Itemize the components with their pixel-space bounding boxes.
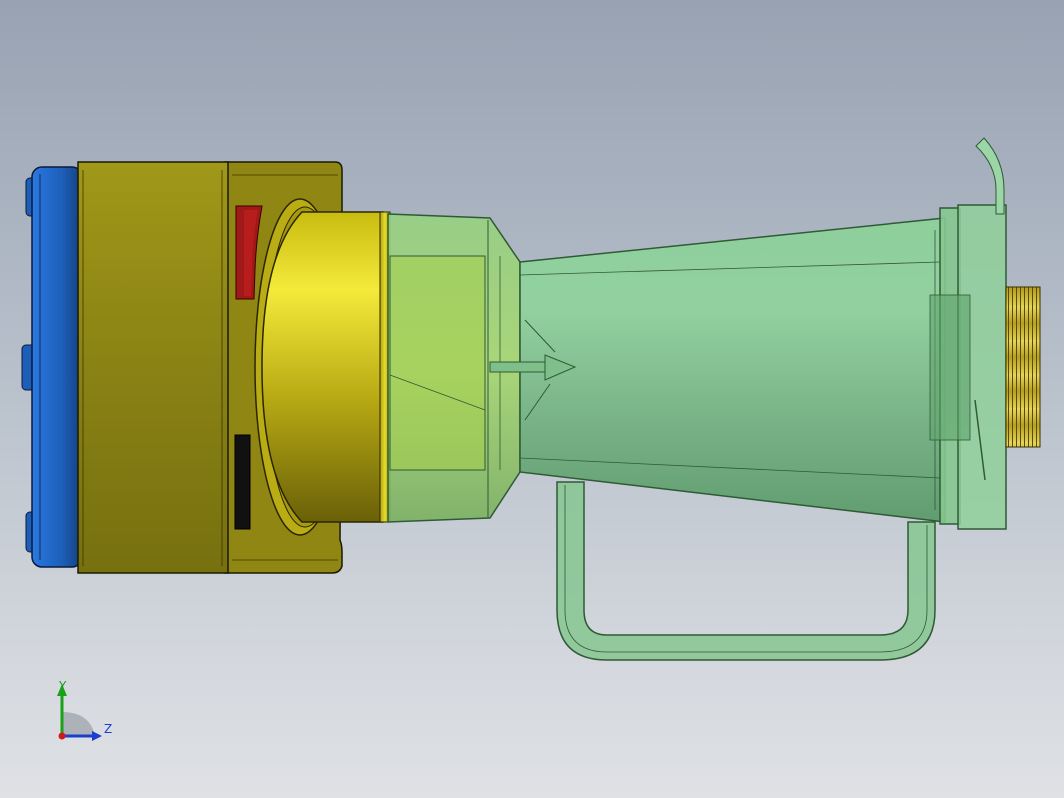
y-axis-label: Y: [58, 679, 67, 693]
end-cap-part[interactable]: [21, 166, 83, 568]
collar-part[interactable]: [254, 198, 391, 536]
x-axis-dot: [58, 732, 66, 740]
model-view[interactable]: [0, 0, 1064, 798]
graphics-viewport[interactable]: Y Z: [0, 0, 1064, 798]
triad-plane: [62, 712, 95, 736]
axis-triad: Y Z: [40, 672, 130, 752]
z-axis-label: Z: [104, 722, 112, 736]
z-axis-head: [92, 731, 102, 741]
gear-part[interactable]: [1005, 286, 1041, 448]
jar-part[interactable]: [387, 137, 1007, 530]
